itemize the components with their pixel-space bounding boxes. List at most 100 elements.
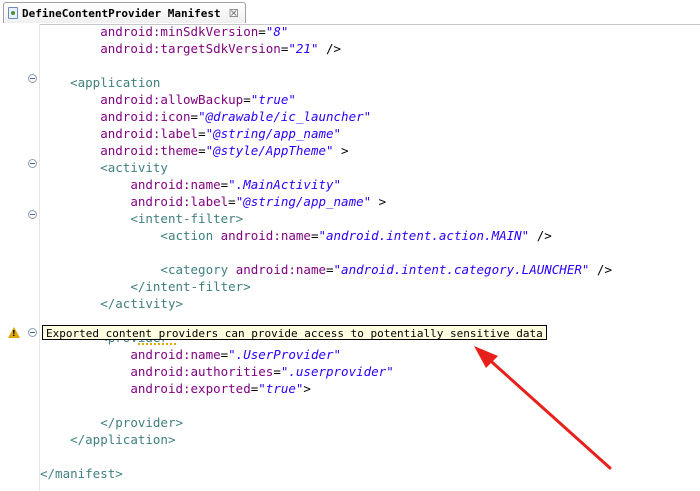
code-token: "android.intent.action.MAIN" bbox=[318, 228, 530, 243]
code-token: = bbox=[258, 24, 266, 39]
code-line: android:minSdkVersion="8" bbox=[40, 24, 288, 40]
code-line: android:theme="@style/AppTheme" > bbox=[40, 142, 349, 159]
code-token: ".UserProvider" bbox=[228, 347, 342, 362]
code-token: = bbox=[273, 364, 281, 379]
code-line: android:name=".MainActivity" bbox=[40, 176, 341, 193]
code-line: <category android:name="android.intent.c… bbox=[40, 261, 612, 278]
code-token: "8" bbox=[265, 24, 289, 39]
code-line: </provider> bbox=[40, 414, 183, 431]
code-token: "@string/app_name" bbox=[205, 126, 342, 141]
code-token: <action bbox=[160, 228, 221, 243]
close-tab-icon[interactable]: ☒ bbox=[229, 7, 239, 20]
fold-toggle-activity-icon[interactable] bbox=[28, 159, 37, 168]
code-line: </activity> bbox=[40, 295, 183, 312]
code-token: > bbox=[333, 143, 349, 158]
code-token: "@string/app_name" bbox=[235, 194, 372, 209]
code-line: <action android:name="android.intent.act… bbox=[40, 227, 552, 244]
code-token: = bbox=[198, 143, 206, 158]
code-token: </intent-filter> bbox=[130, 279, 251, 294]
code-line: </intent-filter> bbox=[40, 278, 251, 295]
code-token: android:label bbox=[100, 126, 199, 141]
code-line: android:allowBackup="true" bbox=[40, 91, 296, 108]
code-token: android:icon bbox=[100, 109, 191, 124]
code-token: "@drawable/ic_launcher" bbox=[198, 109, 372, 124]
code-token: android:label bbox=[130, 194, 229, 209]
code-token: > bbox=[303, 381, 311, 396]
code-token: = bbox=[243, 92, 251, 107]
tab-manifest[interactable]: DefineContentProvider Manifest ☒ bbox=[3, 2, 246, 23]
code-token: android:allowBackup bbox=[100, 92, 244, 107]
code-token: ".MainActivity" bbox=[228, 177, 342, 192]
code-token: = bbox=[326, 262, 334, 277]
code-token: <activity bbox=[100, 160, 168, 175]
code-token: android:authorities bbox=[130, 364, 274, 379]
code-token: <category bbox=[160, 262, 236, 277]
code-line: android:label="@string/app_name" bbox=[40, 125, 341, 142]
code-token: = bbox=[198, 126, 206, 141]
code-token: android:exported bbox=[130, 381, 251, 396]
code-token: "android.intent.category.LAUNCHER" bbox=[333, 262, 590, 277]
code-token: /> bbox=[529, 228, 552, 243]
code-token: android:name bbox=[130, 347, 221, 362]
code-line: android:name=".UserProvider" bbox=[40, 346, 341, 363]
warning-exclamation: ! bbox=[12, 329, 16, 338]
code-token: android:name bbox=[235, 262, 326, 277]
code-line: android:targetSdkVersion="21" /> bbox=[40, 40, 341, 57]
code-token: android:name bbox=[130, 177, 221, 192]
code-line: android:exported="true"> bbox=[40, 380, 311, 397]
code-token: "true" bbox=[250, 92, 296, 107]
code-line: android:authorities=".userprovider" bbox=[40, 363, 394, 380]
code-token: ".userprovider" bbox=[280, 364, 394, 379]
code-token: "@style/AppTheme" bbox=[205, 143, 334, 158]
code-line: </application> bbox=[40, 431, 175, 448]
code-line: <intent-filter> bbox=[40, 210, 243, 227]
code-line: </manifest> bbox=[40, 465, 123, 482]
code-line: android:label="@string/app_name" > bbox=[40, 193, 386, 210]
fold-toggle-provider-icon[interactable] bbox=[28, 328, 37, 337]
code-line: <activity bbox=[40, 159, 168, 176]
editor-tab-bar: DefineContentProvider Manifest ☒ bbox=[0, 0, 700, 25]
code-token: </activity> bbox=[100, 296, 184, 311]
lint-warning-tooltip: Exported content providers can provide a… bbox=[42, 325, 547, 340]
code-token: /> bbox=[589, 262, 612, 277]
warning-underline bbox=[138, 341, 176, 345]
code-token: = bbox=[228, 194, 236, 209]
code-token: <application bbox=[70, 75, 161, 90]
code-token: /> bbox=[318, 41, 342, 56]
code-line: android:icon="@drawable/ic_launcher" bbox=[40, 108, 371, 125]
code-line: <application bbox=[40, 74, 160, 91]
fold-toggle-application-icon[interactable] bbox=[28, 74, 37, 83]
android-manifest-icon bbox=[8, 7, 18, 19]
code-token: android:name bbox=[220, 228, 311, 243]
code-token: </provider> bbox=[100, 415, 184, 430]
code-token: android:targetSdkVersion bbox=[100, 41, 281, 56]
tab-title: DefineContentProvider Manifest bbox=[22, 6, 221, 20]
code-token: </application> bbox=[70, 432, 176, 447]
code-token: android:minSdkVersion bbox=[100, 24, 259, 39]
code-token: "21" bbox=[288, 41, 319, 56]
code-token: </manifest> bbox=[40, 466, 123, 481]
fold-toggle-intent-filter-icon[interactable] bbox=[28, 210, 37, 219]
code-editor[interactable]: android:minSdkVersion="8" android:target… bbox=[0, 24, 700, 491]
code-token: "true" bbox=[258, 381, 304, 396]
